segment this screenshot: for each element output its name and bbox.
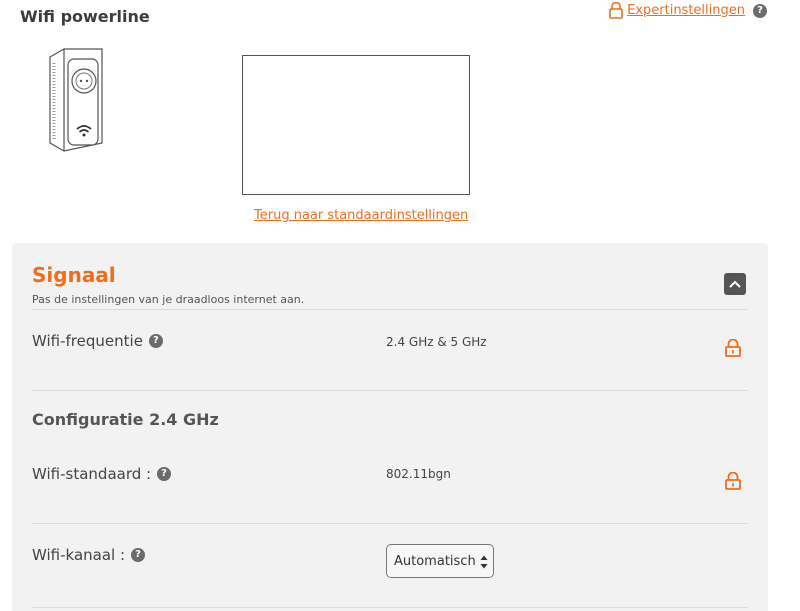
select-arrows-icon: [480, 555, 488, 569]
wifi-standard-label: Wifi-standaard : ?: [32, 465, 172, 483]
lock-icon: [609, 2, 623, 19]
preview-box: [242, 55, 470, 195]
wifi-channel-selected: Automatisch: [394, 553, 476, 569]
section-subtitle: Pas de instellingen van je draadloos int…: [32, 293, 305, 306]
section-title: Signaal: [32, 263, 116, 287]
divider: [32, 523, 748, 524]
collapse-button[interactable]: [724, 273, 746, 295]
chevron-up-icon: [729, 280, 741, 288]
divider: [32, 390, 748, 391]
divider: [32, 309, 748, 310]
help-icon[interactable]: ?: [753, 3, 767, 18]
powerline-adapter-icon: [49, 48, 103, 152]
help-icon[interactable]: ?: [131, 548, 146, 562]
wifi-frequency-value: 2.4 GHz & 5 GHz: [386, 335, 487, 349]
help-icon[interactable]: ?: [157, 467, 172, 481]
reset-defaults-link[interactable]: Terug naar standaardinstellingen: [254, 208, 468, 223]
expert-settings-label[interactable]: Expertinstellingen: [627, 3, 745, 18]
help-icon[interactable]: ?: [148, 334, 163, 348]
expert-settings-link[interactable]: Expertinstellingen ?: [609, 2, 767, 19]
signal-panel: Signaal Pas de instellingen van je draad…: [12, 243, 768, 611]
wifi-channel-label: Wifi-kanaal : ?: [32, 546, 146, 564]
wifi-standard-value: 802.11bgn: [386, 467, 451, 481]
wifi-frequency-label: Wifi-frequentie ?: [32, 332, 163, 350]
wifi-channel-select[interactable]: Automatisch: [386, 544, 494, 578]
page-title: Wifi powerline: [20, 7, 150, 26]
lock-icon: [725, 339, 741, 357]
lock-icon: [725, 472, 741, 490]
divider: [32, 607, 748, 608]
config-title: Configuratie 2.4 GHz: [32, 410, 219, 429]
